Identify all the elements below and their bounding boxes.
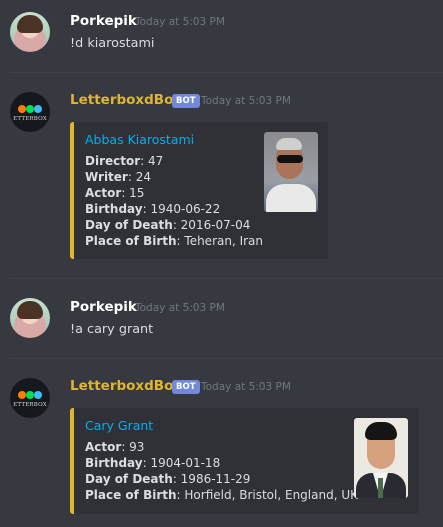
username[interactable]: Porkepik [70,13,137,29]
bot-username[interactable]: LetterboxdBot [70,92,180,108]
field-value: : 1940-06-22 [142,202,221,216]
field-name: Actor [85,440,122,454]
user-avatar[interactable] [10,12,50,52]
embed-field: Birthday: 1940-06-22 [85,202,220,216]
message-timestamp: Today at 5:03 PM [135,302,225,314]
message-content: !a cary grant [70,322,154,337]
field-value: : 93 [121,440,145,454]
bot-avatar-logo-text: ETTERBOX [13,402,47,408]
embed-field: Director: 47 [85,154,163,168]
embed-field: Actor: 15 [85,186,144,200]
sunglasses-icon [277,155,303,163]
bot-username[interactable]: LetterboxdBot [70,378,180,394]
field-name: Place of Birth [85,234,177,248]
embed-field: Birthday: 1904-01-18 [85,456,220,470]
field-value: : 2016-07-04 [172,218,251,232]
embed-title[interactable]: Cary Grant [85,418,153,433]
message-timestamp: Today at 5:03 PM [201,95,291,107]
field-value: : 24 [127,170,151,184]
bot-avatar-logo-text: ETTERBOX [13,116,47,122]
message-timestamp: Today at 5:03 PM [201,381,291,393]
bot-tag: BOT [172,380,200,394]
field-name: Writer [85,170,128,184]
field-value: : 15 [121,186,145,200]
embed-card: Cary Grant Actor: 93 Birthday: 1904-01-1… [70,408,419,514]
embed-field: Place of Birth: Horfield, Bristol, Engla… [85,488,358,502]
bot-avatar[interactable]: ETTERBOX [10,92,50,132]
blue-dot-icon [34,105,42,113]
embed-field: Place of Birth: Teheran, Iran [85,234,263,248]
embed-field: Day of Death: 1986-11-29 [85,472,250,486]
embed-field: Day of Death: 2016-07-04 [85,218,250,232]
embed-field: Writer: 24 [85,170,151,184]
orange-dot-icon [18,105,26,113]
bot-tag: BOT [172,94,200,108]
thumbnail-tie [378,478,383,498]
field-name: Birthday [85,456,143,470]
bot-avatar[interactable]: ETTERBOX [10,378,50,418]
field-value: : Teheran, Iran [176,234,264,248]
message-divider [10,72,443,73]
field-value: : Horfield, Bristol, England, UK [176,488,358,502]
username[interactable]: Porkepik [70,299,137,315]
thumbnail-body [266,184,316,212]
field-name: Place of Birth [85,488,177,502]
message-content: !d kiarostami [70,36,155,51]
field-name: Birthday [85,202,143,216]
field-name: Actor [85,186,122,200]
embed-thumbnail[interactable] [264,132,318,212]
thumbnail-hair [276,138,302,150]
embed-field: Actor: 93 [85,440,144,454]
field-value: : 47 [140,154,164,168]
message-divider [10,278,443,279]
green-dot-icon [26,105,34,113]
field-value: : 1904-01-18 [142,456,221,470]
field-name: Director [85,154,141,168]
embed-thumbnail[interactable] [354,418,408,498]
blue-dot-icon [34,391,42,399]
user-avatar[interactable] [10,298,50,338]
orange-dot-icon [18,391,26,399]
embed-title[interactable]: Abbas Kiarostami [85,132,194,147]
green-dot-icon [26,391,34,399]
field-name: Day of Death [85,218,173,232]
field-value: : 1986-11-29 [172,472,251,486]
message-timestamp: Today at 5:03 PM [135,16,225,28]
field-name: Day of Death [85,472,173,486]
message-divider [10,358,443,359]
thumbnail-hair [365,422,397,440]
embed-card: Abbas Kiarostami Director: 47 Writer: 24… [70,122,328,259]
